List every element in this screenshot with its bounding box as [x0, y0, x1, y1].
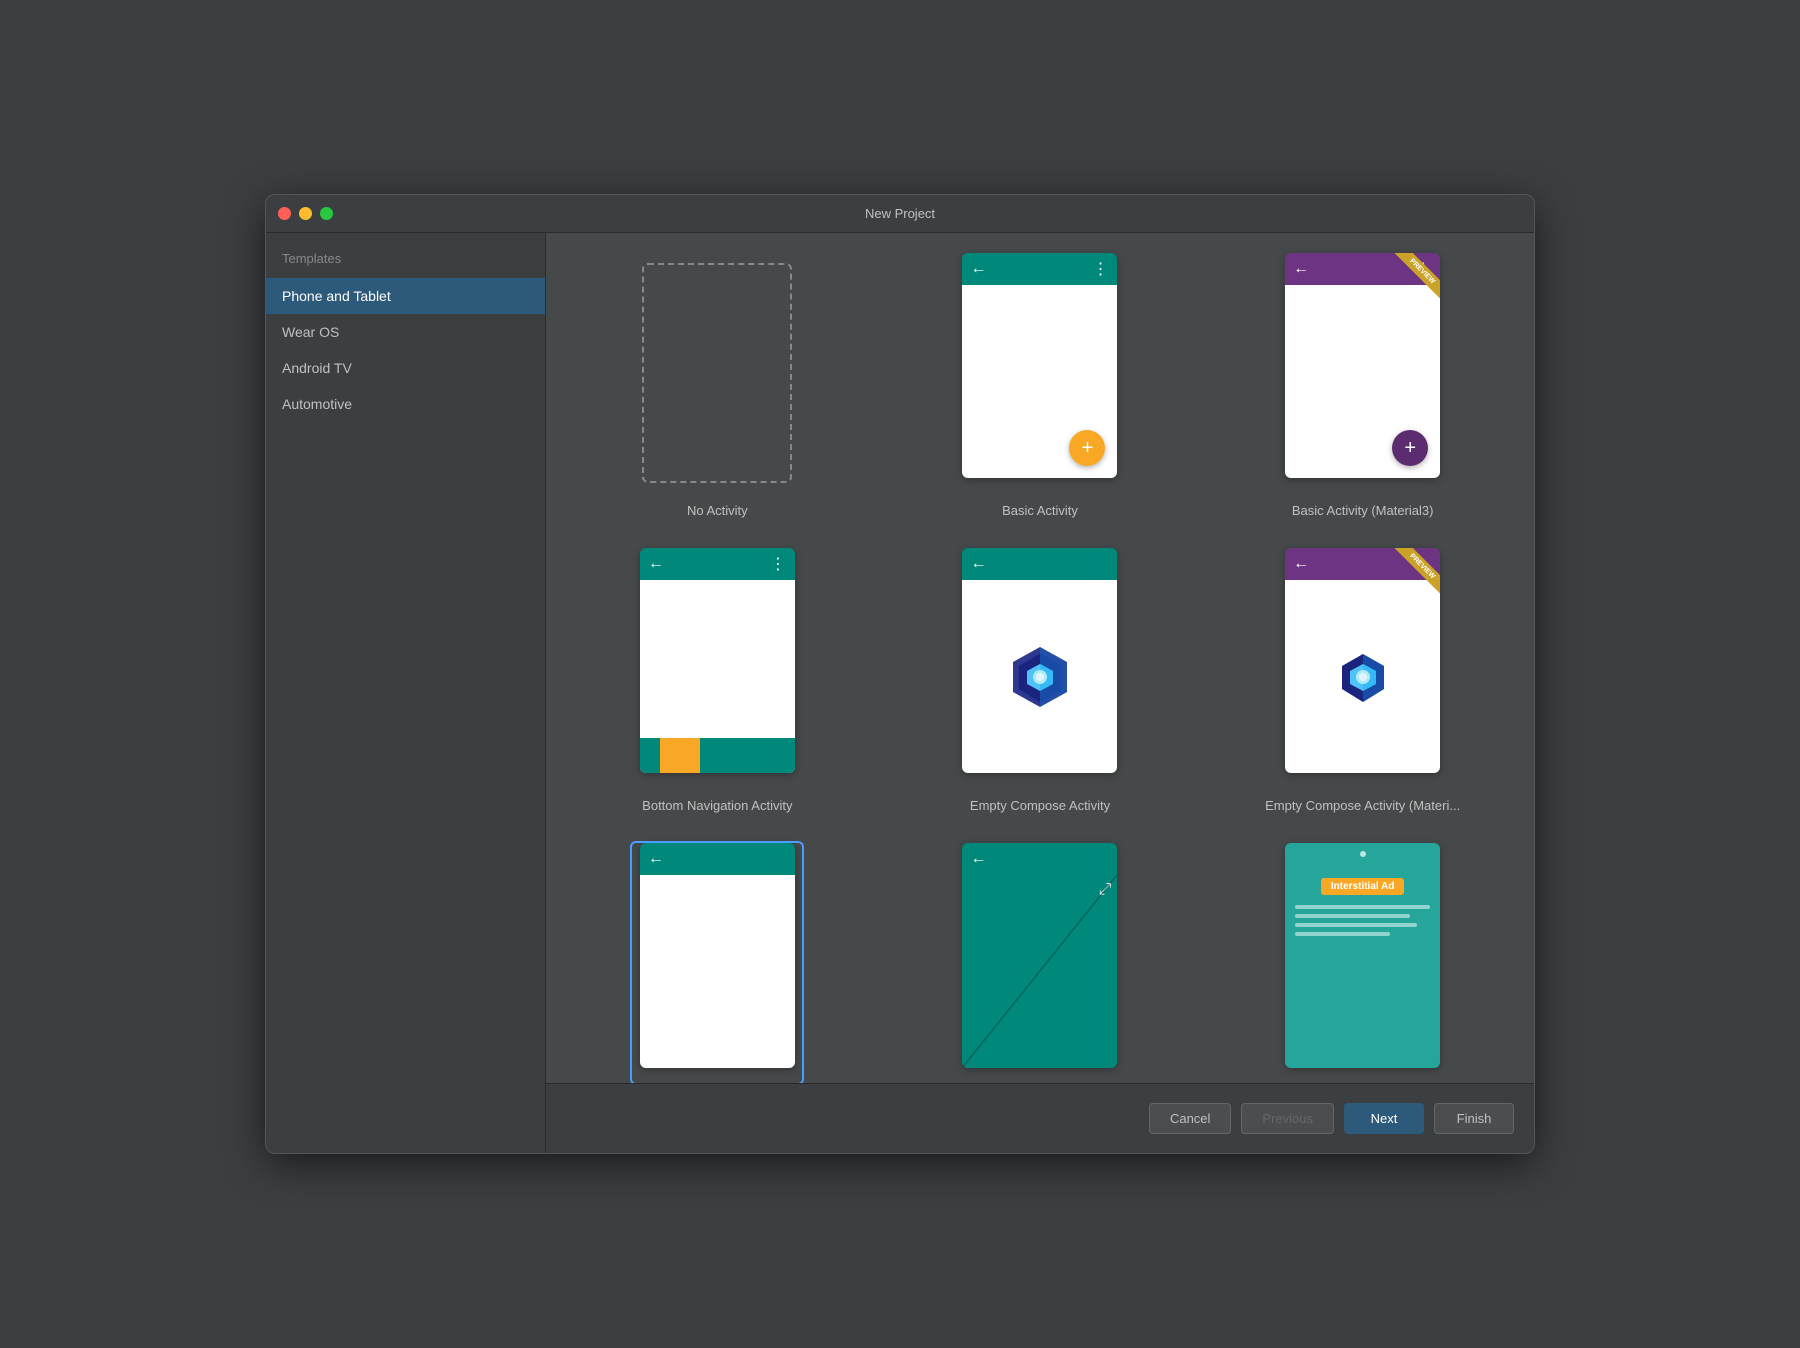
bottom-nav-indicator — [660, 738, 700, 773]
cancel-button[interactable]: Cancel — [1149, 1103, 1231, 1134]
phone-header-basic: ← ⋮ — [962, 253, 1117, 285]
sidebar-item-android-tv[interactable]: Android TV — [266, 350, 545, 386]
bottom-nav-bar — [640, 738, 795, 773]
content-area: Templates Phone and Tablet Wear OS Andro… — [266, 233, 1534, 1153]
phone-header-empty-views: ← — [640, 843, 795, 875]
phone-empty-compose: ← — [962, 548, 1117, 773]
interstitial-dot — [1360, 851, 1366, 857]
back-arrow-m3-icon: ← — [1293, 260, 1309, 278]
sidebar-title: Templates — [266, 243, 545, 278]
template-label-empty-compose: Empty Compose Activity — [970, 798, 1110, 813]
fab-yellow-icon: + — [1069, 430, 1105, 466]
template-label-bottom-nav: Bottom Navigation Activity — [642, 798, 792, 813]
window-title: New Project — [865, 206, 935, 221]
phone-basic-activity: ← ⋮ + — [962, 253, 1117, 478]
template-empty-compose[interactable]: ← — [899, 548, 1182, 813]
back-arrow-empty-views-icon: ← — [648, 850, 664, 868]
back-arrow-bottom-nav-icon: ← — [648, 555, 664, 573]
sidebar: Templates Phone and Tablet Wear OS Andro… — [266, 233, 546, 1153]
template-basic-activity-m3[interactable]: ← ⋮ + PREVIEW Basic Activity — [1221, 253, 1504, 518]
phone-basic-m3: ← ⋮ + PREVIEW — [1285, 253, 1440, 478]
traffic-lights — [278, 207, 333, 220]
templates-grid: No Activity ← ⋮ + — [546, 233, 1534, 1083]
sidebar-item-wear-os[interactable]: Wear OS — [266, 314, 545, 350]
template-label-basic-activity: Basic Activity — [1002, 503, 1078, 518]
interstitial-ad-badge: Interstitial Ad — [1321, 878, 1405, 895]
interstitial-line-4 — [1295, 932, 1390, 936]
phone-body-bottom-nav — [640, 580, 795, 773]
phone-body-interstitial: Interstitial Ad — [1285, 843, 1440, 1068]
template-preview-basic-m3: ← ⋮ + PREVIEW — [1278, 253, 1448, 493]
interstitial-line-3 — [1295, 923, 1417, 927]
phone-interstitial-ad: Interstitial Ad — [1285, 843, 1440, 1068]
sidebar-item-phone-tablet[interactable]: Phone and Tablet — [266, 278, 545, 314]
phone-body-empty-compose-m3 — [1285, 580, 1440, 773]
interstitial-line-1 — [1295, 905, 1430, 909]
phone-fullscreen: ← ⤢ — [962, 843, 1117, 1068]
phone-body-basic-m3: + — [1285, 285, 1440, 478]
next-button[interactable]: Next — [1344, 1103, 1424, 1134]
template-empty-compose-m3[interactable]: ← — [1221, 548, 1504, 813]
phone-empty-views: ← — [640, 843, 795, 1068]
phone-bottom-nav: ← ⋮ — [640, 548, 795, 773]
template-empty-views[interactable]: ← Empty Views Activity — [576, 843, 859, 1083]
no-activity-dashed-box — [642, 263, 792, 483]
back-arrow-compose-m3-icon: ← — [1293, 555, 1309, 573]
template-preview-empty-compose-m3: ← — [1278, 548, 1448, 788]
back-arrow-compose-icon: ← — [970, 555, 986, 573]
preview-badge-m3: PREVIEW — [1380, 253, 1440, 313]
interstitial-lines — [1295, 905, 1430, 936]
diagonal-line-svg — [962, 875, 1117, 1068]
maximize-button[interactable] — [320, 207, 333, 220]
phone-body-basic: + — [962, 285, 1117, 478]
template-preview-empty-views: ← — [632, 843, 802, 1083]
template-label-empty-compose-m3: Empty Compose Activity (Materi... — [1265, 798, 1460, 813]
back-arrow-icon: ← — [970, 260, 986, 278]
new-project-window: New Project Templates Phone and Tablet W… — [265, 194, 1535, 1154]
phone-body-fullscreen: ⤢ — [962, 875, 1117, 1068]
sidebar-item-automotive[interactable]: Automotive — [266, 386, 545, 422]
minimize-button[interactable] — [299, 207, 312, 220]
footer: Cancel Previous Next Finish — [546, 1083, 1534, 1153]
template-preview-fullscreen: ← ⤢ — [955, 843, 1125, 1083]
phone-body-empty-views — [640, 875, 795, 1068]
main-content: No Activity ← ⋮ + — [546, 233, 1534, 1153]
preview-badge-compose-m3: PREVIEW — [1380, 548, 1440, 608]
titlebar: New Project — [266, 195, 1534, 233]
compose-logo-icon — [1005, 642, 1075, 712]
template-basic-activity[interactable]: ← ⋮ + Basic Activity — [899, 253, 1182, 518]
close-button[interactable] — [278, 207, 291, 220]
preview-label-compose-m3: PREVIEW — [1393, 548, 1440, 595]
back-arrow-fullscreen-icon: ← — [970, 850, 986, 868]
template-label-no-activity: No Activity — [687, 503, 748, 518]
template-preview-no-activity — [632, 253, 802, 493]
finish-button[interactable]: Finish — [1434, 1103, 1514, 1134]
template-no-activity[interactable]: No Activity — [576, 253, 859, 518]
template-label-basic-m3: Basic Activity (Material3) — [1292, 503, 1434, 518]
template-bottom-nav[interactable]: ← ⋮ Bottom Navigation Activity — [576, 548, 859, 813]
template-fullscreen[interactable]: ← ⤢ Fullscreen Activity — [899, 843, 1182, 1083]
compose-m3-logo-icon — [1328, 642, 1398, 712]
previous-button[interactable]: Previous — [1241, 1103, 1334, 1134]
template-interstitial-ad[interactable]: Interstitial Ad Interstitial Ad — [1221, 843, 1504, 1083]
template-preview-interstitial-ad: Interstitial Ad — [1278, 843, 1448, 1083]
phone-body-empty-compose — [962, 580, 1117, 773]
phone-header-fullscreen: ← — [962, 843, 1117, 875]
phone-header-bottom-nav: ← ⋮ — [640, 548, 795, 580]
template-preview-basic-activity: ← ⋮ + — [955, 253, 1125, 493]
interstitial-line-2 — [1295, 914, 1410, 918]
fab-purple-icon: + — [1392, 430, 1428, 466]
phone-empty-compose-m3: ← — [1285, 548, 1440, 773]
overflow-bottom-nav-icon: ⋮ — [770, 554, 787, 574]
phone-header-empty-compose: ← — [962, 548, 1117, 580]
template-preview-empty-compose: ← — [955, 548, 1125, 788]
overflow-menu-icon: ⋮ — [1092, 259, 1109, 279]
template-preview-bottom-nav: ← ⋮ — [632, 548, 802, 788]
preview-label-m3: PREVIEW — [1393, 253, 1440, 300]
